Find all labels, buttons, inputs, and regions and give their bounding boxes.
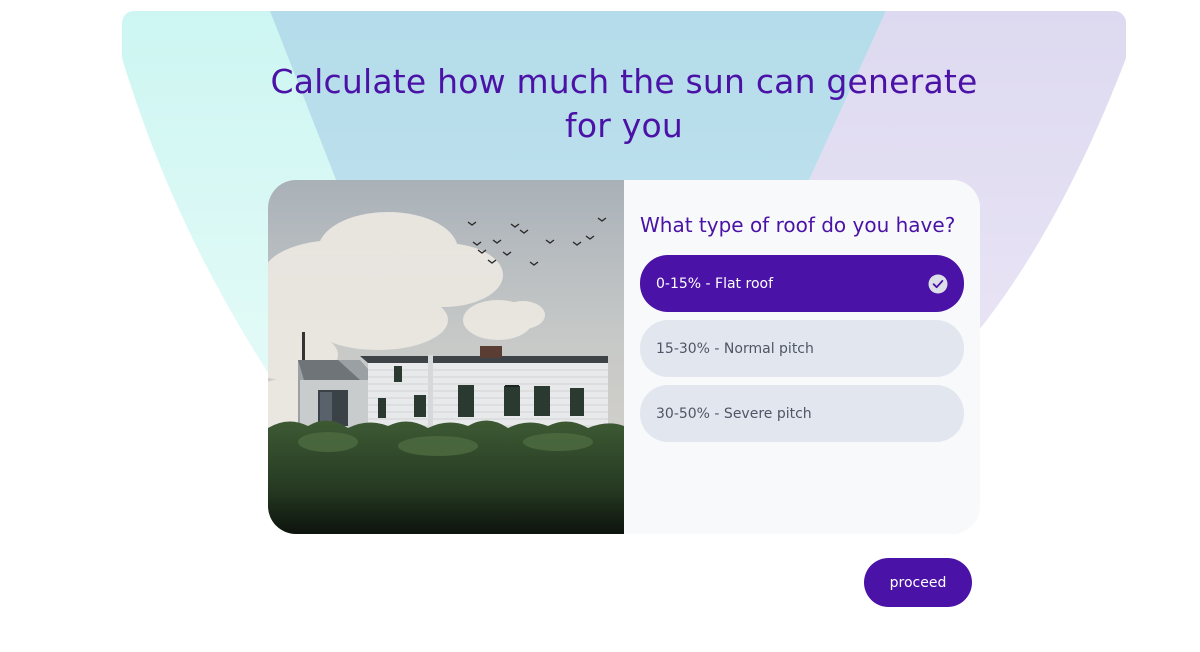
- check-circle-icon: [928, 274, 948, 294]
- option-label: 0-15% - Flat roof: [656, 275, 773, 292]
- option-label: 15-30% - Normal pitch: [656, 340, 814, 357]
- option-normal-pitch[interactable]: 15-30% - Normal pitch: [640, 320, 964, 377]
- option-severe-pitch[interactable]: 30-50% - Severe pitch: [640, 385, 964, 442]
- option-flat-roof[interactable]: 0-15% - Flat roof: [640, 255, 964, 312]
- page-title: Calculate how much the sun can generate …: [270, 62, 978, 145]
- question-panel: What type of roof do you have? 0-15% - F…: [624, 180, 980, 534]
- question-text: What type of roof do you have?: [640, 213, 956, 237]
- page: Calculate how much the sun can generate …: [0, 0, 1200, 652]
- house-photo: [268, 180, 624, 534]
- proceed-button[interactable]: proceed: [864, 558, 972, 607]
- roof-type-card: What type of roof do you have? 0-15% - F…: [268, 180, 980, 534]
- option-label: 30-50% - Severe pitch: [656, 405, 812, 422]
